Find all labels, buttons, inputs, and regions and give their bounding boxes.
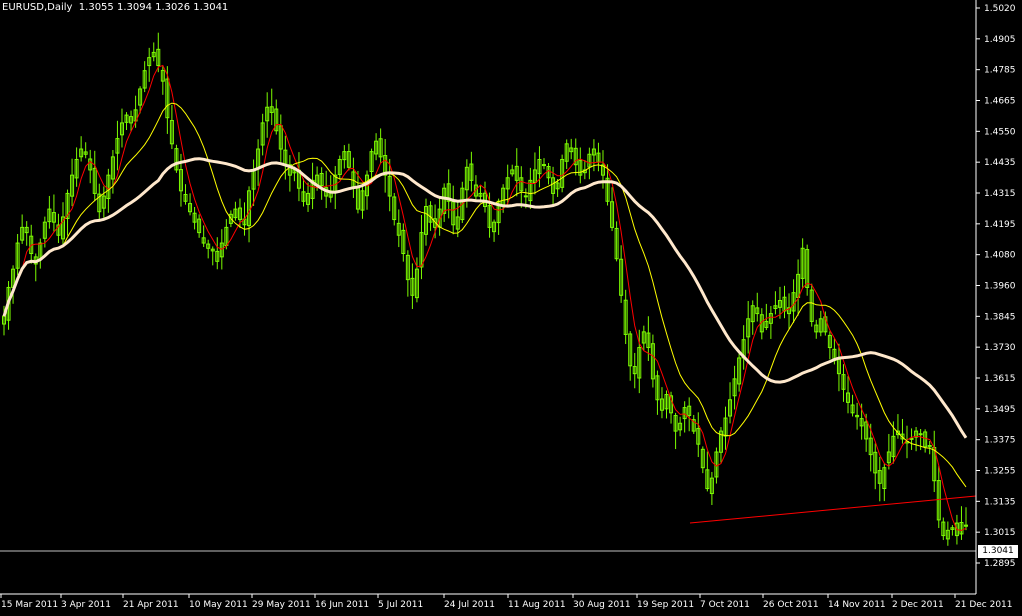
x-tick-label: 24 Jul 2011 (444, 600, 495, 610)
price-axis: 1.5020 1.4905 1.4785 1.4665 1.4550 1.4435 1.43… (976, 4, 1016, 569)
y-tick-label: 1.2895 (984, 559, 1016, 569)
x-tick-label: 21 Dec 2011 (955, 600, 1013, 610)
y-tick-label: 1.3495 (984, 405, 1016, 415)
x-tick-label: 26 Oct 2011 (763, 600, 819, 610)
candle-body (918, 433, 923, 436)
x-tick-label: 2 Dec 2011 (892, 600, 944, 610)
x-tick-label: 5 Jul 2011 (378, 600, 423, 610)
ma-slow-line (2, 157, 968, 439)
y-tick-label: 1.4550 (984, 127, 1016, 137)
y-tick-label: 1.3845 (984, 312, 1016, 322)
ma-mid-line (3, 102, 967, 488)
x-tick-label: 14 Nov 2011 (828, 600, 886, 610)
y-tick-label: 1.3255 (984, 467, 1016, 477)
y-tick-label: 1.4905 (984, 35, 1016, 45)
moving-averages-layer (0, 64, 977, 552)
y-tick-label: 1.4195 (984, 220, 1016, 230)
ma-fast-line (3, 64, 967, 531)
time-axis: 15 Mar 2011 3 Apr 2011 21 Apr 2011 10 May 2… (0, 594, 1013, 610)
y-tick-label: 1.3960 (984, 282, 1016, 292)
candles-layer (2, 32, 968, 546)
y-tick-label: 1.5020 (984, 4, 1016, 14)
x-tick-label: 3 Apr 2011 (61, 600, 111, 610)
x-tick-label: 19 Sep 2011 (637, 600, 694, 610)
y-tick-label: 1.3615 (984, 374, 1016, 384)
x-tick-label: 10 May 2011 (189, 600, 248, 610)
y-tick-label: 1.4785 (984, 66, 1016, 76)
trend-line (689, 495, 977, 524)
candle-body (541, 164, 546, 167)
x-tick-label: 21 Apr 2011 (123, 600, 179, 610)
y-tick-label: 1.3730 (984, 343, 1016, 353)
y-tick-label: 1.4080 (984, 251, 1016, 261)
y-tick-label: 1.3135 (984, 497, 1016, 507)
y-tick-label: 1.4435 (984, 158, 1016, 168)
y-tick-label: 1.4665 (984, 97, 1016, 107)
x-tick-label: 16 Jun 2011 (315, 600, 369, 610)
x-tick-label: 7 Oct 2011 (700, 600, 750, 610)
y-tick-label: 1.4315 (984, 189, 1016, 199)
y-tick-label: 1.3375 (984, 436, 1016, 446)
y-tick-label: 1.3015 (984, 528, 1016, 538)
chart-area[interactable]: 1.5020 1.4905 1.4785 1.4665 1.4550 1.4435 1.43… (0, 0, 1022, 616)
candle-body (523, 195, 528, 198)
symbol-info-label: EURUSD,Daily 1.3055 1.3094 1.3026 1.3041 (2, 2, 229, 13)
x-tick-label: 29 May 2011 (252, 600, 311, 610)
current-price-box: 1.3041 (978, 545, 1018, 558)
price-chart[interactable]: 1.5020 1.4905 1.4785 1.4665 1.4550 1.4435 1.43… (0, 0, 1022, 616)
x-tick-label: 15 Mar 2011 (1, 600, 58, 610)
x-tick-label: 30 Aug 2011 (573, 600, 631, 610)
x-tick-label: 11 Aug 2011 (508, 600, 566, 610)
